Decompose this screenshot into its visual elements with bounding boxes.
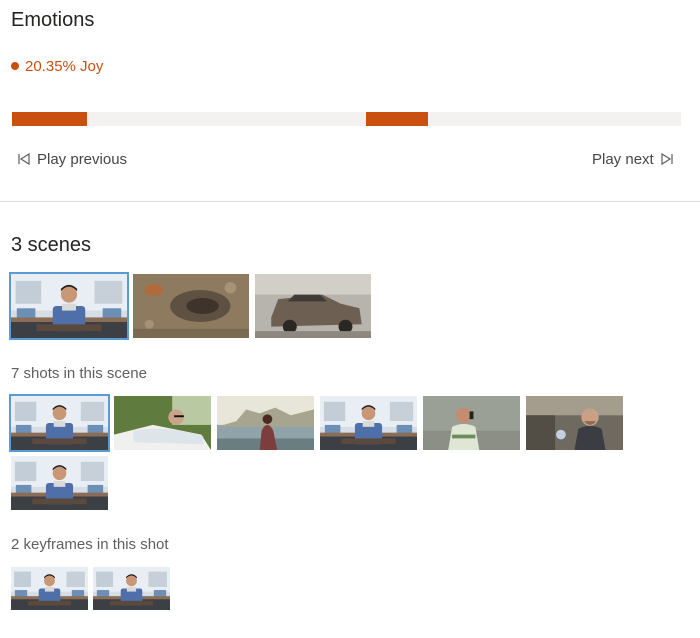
news-anchor-image [11, 396, 108, 450]
skip-forward-icon [661, 152, 673, 166]
shots-label: 7 shots in this scene [11, 365, 147, 382]
emotion-dot-icon [11, 62, 19, 70]
scene-thumbnail[interactable] [9, 272, 129, 340]
scene-thumbnail[interactable] [255, 274, 371, 338]
shot-thumbnail[interactable] [217, 396, 314, 450]
emotion-indicator: 20.35% Joy [11, 57, 103, 75]
play-next-label: Play next [592, 150, 654, 168]
news-anchor-image [11, 456, 108, 510]
news-anchor-image [11, 274, 127, 338]
shot-thumbnail[interactable] [526, 396, 623, 450]
shot-thumbnail[interactable] [9, 394, 110, 452]
shot-thumbnail[interactable] [320, 396, 417, 450]
man-talking-image [526, 396, 623, 450]
emotion-value: 20.35% Joy [25, 57, 104, 75]
scene-thumbnail[interactable] [133, 274, 249, 338]
man-on-phone-image [423, 396, 520, 450]
play-previous-button[interactable]: Play previous [17, 150, 127, 168]
section-divider [0, 201, 700, 202]
emotion-segment[interactable] [12, 112, 87, 126]
keyframe-thumbnail[interactable] [11, 567, 88, 610]
skip-back-icon [18, 152, 30, 166]
shot-thumbnail[interactable] [11, 456, 108, 510]
news-anchor-image [11, 567, 88, 610]
emotion-segment[interactable] [366, 112, 428, 126]
scenes-title: 3 scenes [11, 234, 92, 256]
emotion-timeline[interactable] [12, 112, 681, 126]
emotions-title: Emotions [11, 9, 95, 31]
play-previous-label: Play previous [37, 150, 128, 168]
news-anchor-image [320, 396, 417, 450]
keyframe-thumbnail[interactable] [93, 567, 170, 610]
rubble-ground-image [133, 274, 249, 338]
play-next-button[interactable]: Play next [592, 150, 674, 168]
news-anchor-image [93, 567, 170, 610]
woman-seaside-image [217, 396, 314, 450]
shot-thumbnail[interactable] [114, 396, 211, 450]
burned-car-image [255, 274, 371, 338]
man-reclining-image [114, 396, 211, 450]
keyframes-label: 2 keyframes in this shot [11, 536, 169, 553]
shot-thumbnail[interactable] [423, 396, 520, 450]
